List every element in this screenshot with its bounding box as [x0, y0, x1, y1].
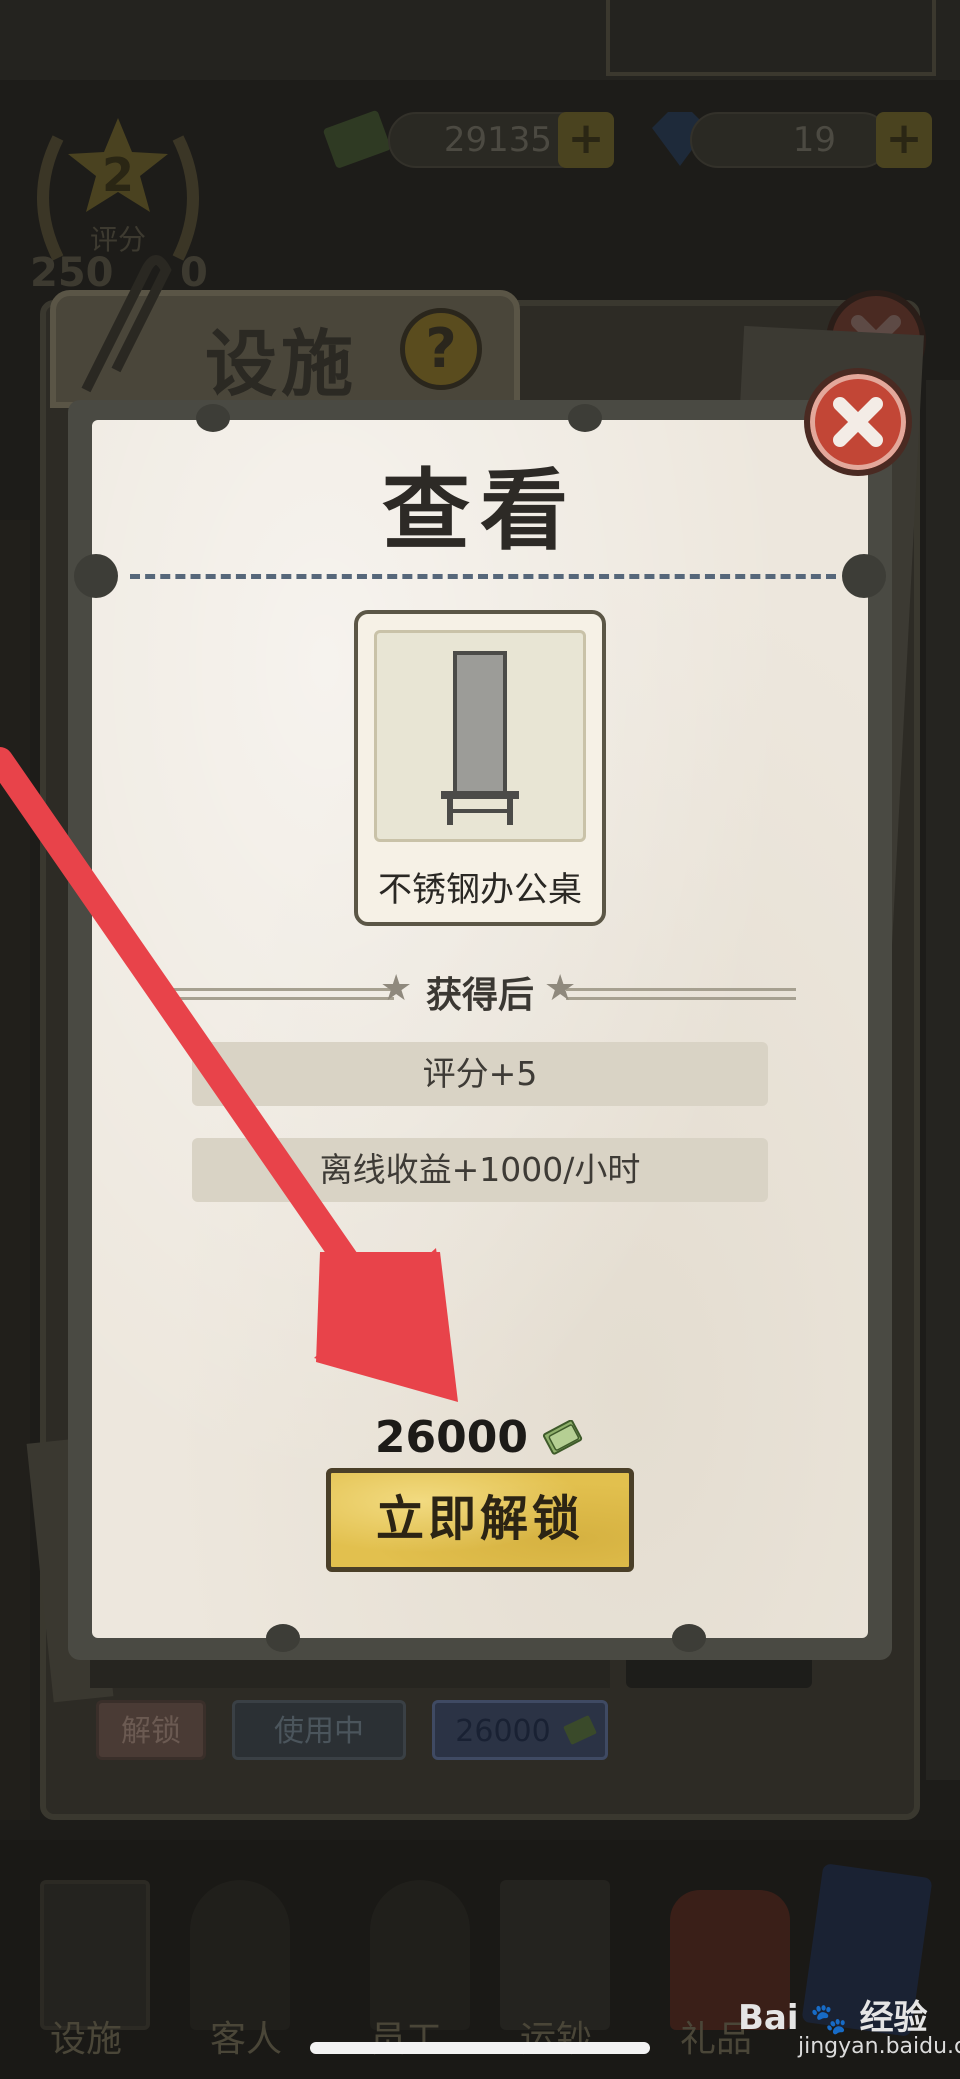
notch-bottom-2	[672, 1624, 706, 1652]
add-gems-button[interactable]: +	[876, 112, 932, 168]
unlock-now-button[interactable]: 立即解锁	[326, 1468, 634, 1572]
gems-value: 19	[792, 120, 836, 160]
arrow-annotation	[0, 747, 458, 1402]
notch-bottom-1	[266, 1624, 300, 1652]
tab-cash-icon	[563, 1715, 597, 1745]
facility-title: 设施	[205, 322, 358, 406]
help-icon: ?	[425, 317, 457, 380]
nav-transport-art	[500, 1880, 610, 2030]
gems-counter: 19	[690, 112, 890, 168]
watermark-url: jingyan.baidu.com	[798, 2034, 960, 2059]
cash-icon	[543, 1419, 583, 1455]
right-scenery	[926, 380, 960, 1780]
add-money-button[interactable]: +	[558, 112, 614, 168]
score-level: 2	[102, 148, 135, 202]
tab-in-use[interactable]: 使用中	[232, 1700, 406, 1760]
home-indicator[interactable]	[310, 2042, 650, 2054]
close-icon	[833, 397, 883, 447]
nav-item-guest[interactable]: 客人	[210, 2010, 282, 2062]
close-button[interactable]	[804, 368, 912, 476]
nav-staff-art	[370, 1880, 470, 2030]
help-button[interactable]: ?	[400, 308, 482, 390]
watermark-brand-cn: 经验	[859, 1998, 928, 2038]
title-divider	[130, 574, 836, 579]
nav-guest-art	[190, 1880, 290, 2030]
cash-icon	[323, 110, 391, 168]
nav-item-transport[interactable]: 运钞	[520, 2010, 592, 2062]
watermark-brand: Bai	[738, 1998, 799, 2038]
watermark-logo: Bai 🐾 经验	[738, 1990, 928, 2039]
top-shelf-decor	[606, 0, 936, 76]
money-value: 29135	[443, 120, 552, 160]
notch-top-2	[568, 404, 602, 432]
nav-facility-art	[40, 1880, 150, 2030]
notch-top-1	[196, 404, 230, 432]
nav-item-facility[interactable]: 设施	[50, 2010, 122, 2062]
tab-unlock[interactable]: 解锁	[96, 1700, 206, 1760]
nav-item-staff[interactable]: 员工	[370, 2010, 442, 2062]
paperclip-icon	[81, 255, 172, 393]
paw-icon: 🐾	[810, 2002, 848, 2037]
